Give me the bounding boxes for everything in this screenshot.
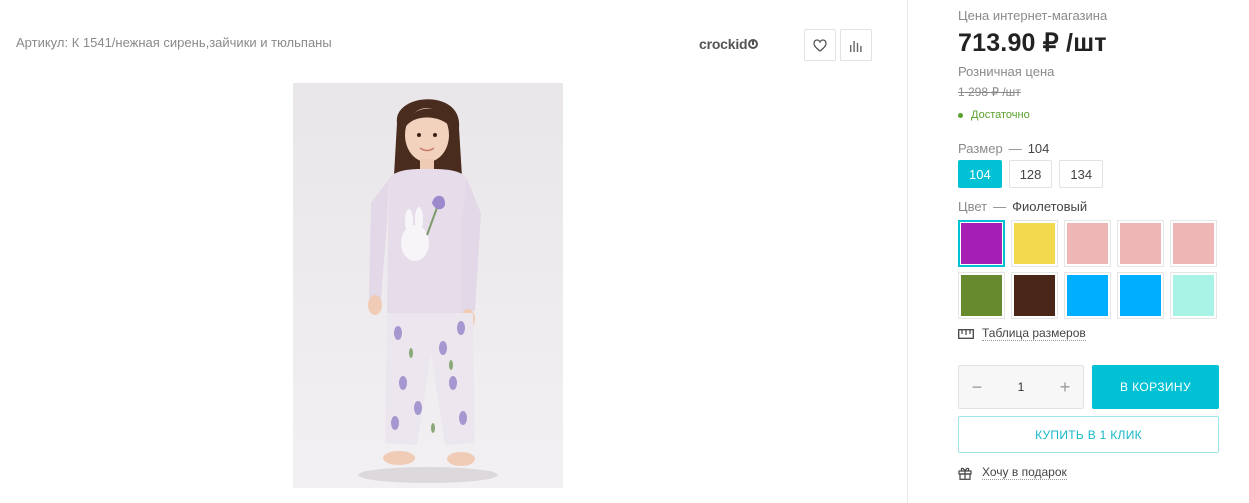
minus-icon[interactable]: − [969, 377, 985, 397]
color-swatch[interactable] [1064, 272, 1111, 319]
brand-mark-icon [748, 39, 759, 49]
chart-bars-icon [850, 40, 862, 52]
color-label: Цвет — Фиолетовый [958, 199, 1087, 214]
size-option[interactable]: 128 [1008, 160, 1053, 188]
size-table-link[interactable]: Таблица размеров [958, 326, 1086, 341]
color-swatch-fill [1067, 275, 1108, 316]
heart-icon [813, 38, 827, 52]
color-swatch-fill [1014, 223, 1055, 264]
color-swatch[interactable] [958, 220, 1005, 267]
size-option[interactable]: 134 [1059, 160, 1104, 188]
plus-icon[interactable]: + [1057, 377, 1073, 397]
color-swatch-fill [1120, 275, 1161, 316]
product-photo[interactable] [293, 83, 563, 488]
color-swatch[interactable] [1117, 220, 1164, 267]
color-swatch[interactable] [1064, 220, 1111, 267]
color-swatch-fill [1173, 275, 1214, 316]
product-gallery-area: Артикул: К 1541/нежная сирень,зайчики и … [0, 0, 907, 503]
article-number: Артикул: К 1541/нежная сирень,зайчики и … [16, 35, 332, 50]
product-info-panel: Цена интернет-магазина 713.90 ₽ /шт Розн… [958, 0, 1220, 503]
online-price-label: Цена интернет-магазина [958, 8, 1108, 23]
color-swatch-fill [1173, 223, 1214, 264]
favorite-button[interactable] [804, 29, 836, 61]
color-swatch[interactable] [1011, 220, 1058, 267]
add-to-cart-button[interactable]: В КОРЗИНУ [1092, 365, 1219, 409]
color-swatches [958, 220, 1217, 319]
stock-dot-icon [958, 112, 963, 118]
ruler-icon [958, 328, 974, 339]
stock-text: Достаточно [971, 109, 1030, 121]
quantity-stepper: − + [958, 365, 1084, 409]
online-price: 713.90 ₽ /шт [958, 29, 1107, 57]
color-swatch[interactable] [1170, 220, 1217, 267]
color-swatch[interactable] [1170, 272, 1217, 319]
size-table-text: Таблица размеров [982, 326, 1086, 341]
quantity-input[interactable] [1006, 380, 1036, 394]
size-label-dash: — [1008, 141, 1022, 156]
size-selected-value: 104 [1027, 141, 1050, 156]
gift-wish-text: Хочу в подарок [982, 465, 1067, 480]
retail-price-label: Розничная цена [958, 64, 1055, 79]
color-swatch[interactable] [958, 272, 1005, 319]
brand-name: crockid [699, 36, 748, 52]
color-swatch[interactable] [1117, 272, 1164, 319]
gift-wish-link[interactable]: Хочу в подарок [958, 465, 1067, 480]
color-swatch-fill [1067, 223, 1108, 264]
size-label: Размер — 104 [958, 141, 1049, 156]
color-selected-value: Фиолетовый [1012, 199, 1088, 214]
color-swatch[interactable] [1011, 272, 1058, 319]
size-label-text: Размер [958, 141, 1003, 156]
color-label-dash: — [993, 199, 1007, 214]
brand-logo[interactable]: crockid [699, 36, 759, 52]
retail-price: 1 298 ₽ /шт [958, 85, 1021, 99]
color-swatch-fill [1120, 223, 1161, 264]
size-options: 104 128 134 [958, 160, 1104, 188]
color-label-text: Цвет [958, 199, 988, 214]
size-option[interactable]: 104 [958, 160, 1002, 188]
product-photo-illustration [293, 83, 563, 488]
stock-status: Достаточно [958, 109, 1030, 121]
column-divider [907, 0, 908, 503]
color-swatch-fill [961, 275, 1002, 316]
color-swatch-fill [1014, 275, 1055, 316]
compare-button[interactable] [840, 29, 872, 61]
gift-icon [958, 467, 972, 480]
color-swatch-fill [961, 223, 1002, 264]
product-page: Артикул: К 1541/нежная сирень,зайчики и … [0, 0, 1249, 503]
buy-one-click-button[interactable]: КУПИТЬ В 1 КЛИК [958, 416, 1219, 453]
